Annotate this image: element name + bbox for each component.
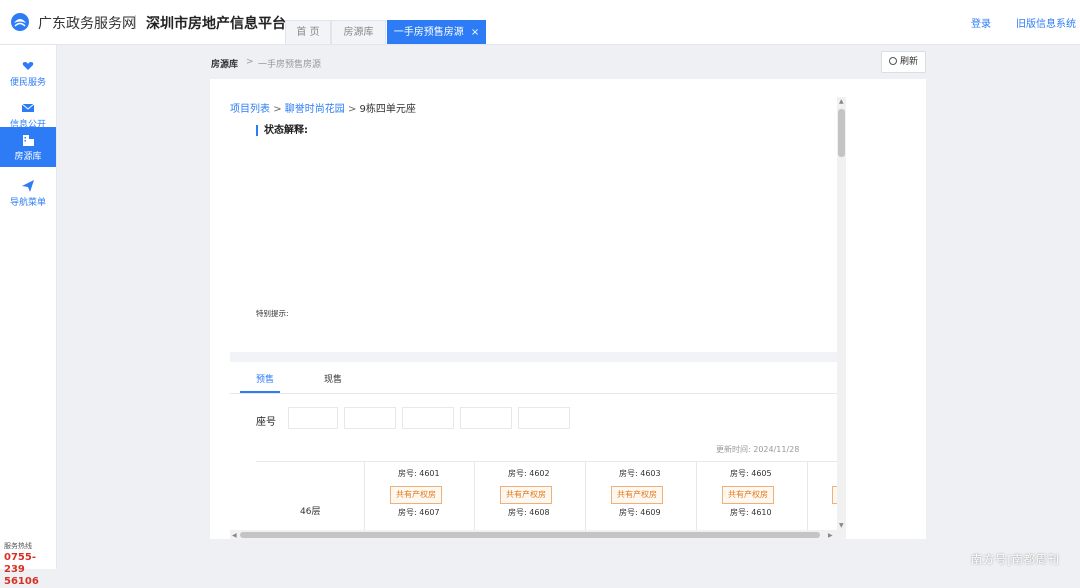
hotline-part-b: 56106 (4, 576, 39, 587)
floor-label: 46层 (300, 507, 321, 517)
status-badge[interactable]: 共有产权房 (722, 486, 774, 504)
scroll-left-icon[interactable]: ◀ (232, 532, 237, 539)
tab-home-label: 首 页 (296, 27, 320, 38)
vertical-scrollbar[interactable]: ▲ ▼ (837, 97, 846, 530)
tab-listings-label: 房源库 (343, 27, 374, 38)
guangdong-logo-icon[interactable] (10, 12, 30, 32)
tab-presale[interactable]: 预售 (256, 372, 274, 385)
site-name[interactable]: 广东政务服务网 (38, 13, 136, 33)
status-title: 状态解释: (256, 125, 308, 136)
refresh-icon (888, 57, 897, 65)
unit-option[interactable] (344, 407, 396, 429)
update-time: 更新时间: 2024/11/28 (716, 444, 799, 455)
mail-icon (21, 103, 35, 112)
update-time-label: 更新时间: (716, 445, 751, 454)
floor-divider (364, 462, 365, 530)
hotline-number: 0755-239 56106 (4, 552, 56, 588)
tab-close-icon[interactable]: × (471, 27, 479, 38)
status-badge[interactable]: 共有产权房 (390, 486, 442, 504)
vertical-scroll-thumb[interactable] (838, 109, 845, 157)
scroll-up-icon[interactable]: ▲ (839, 98, 844, 105)
room-number: 房号: 4608 (508, 508, 550, 517)
update-time-value: 2024/11/28 (753, 445, 800, 454)
platform-title: 深圳市房地产信息平台 (146, 16, 286, 32)
top-bar: 广东政务服务网 深圳市房地产信息平台 首 页 房源库 一手房预售房源 × 登录 … (0, 0, 1080, 45)
tab-home[interactable]: 首 页 (285, 20, 331, 44)
watermark: 南方号|南都周刊 (971, 553, 1060, 566)
unit-option[interactable] (518, 407, 570, 429)
breadcrumb-separator: > (246, 57, 254, 67)
status-badge[interactable]: 共有产权房 (500, 486, 552, 504)
path-separator: > (347, 104, 357, 115)
sidebar-item-navigation[interactable]: 导航菜单 (0, 173, 56, 215)
tabs-border (230, 393, 838, 394)
column-divider (474, 462, 475, 530)
room-number: 房号: 4601 (398, 469, 440, 478)
unit-option[interactable] (460, 407, 512, 429)
room-number: 房号: 4602 (508, 469, 550, 478)
room-cell[interactable]: 房号: 4603 共有产权房 房号: 4609 (587, 462, 697, 530)
room-number: 房号: 4605 (730, 469, 772, 478)
project-list-link[interactable]: 项目列表 (230, 104, 270, 115)
scroll-right-icon[interactable]: ▶ (828, 532, 833, 539)
paper-plane-icon (22, 180, 34, 192)
sidebar-item-label: 导航菜单 (9, 198, 46, 208)
sidebar-item-label: 房源库 (14, 152, 42, 162)
hotline-label: 服务热线 (4, 542, 32, 550)
room-number: 房号: 4607 (398, 508, 440, 517)
sidebar-item-services[interactable]: 便民服务 (0, 53, 56, 95)
room-cell[interactable]: 房号: 4605 共有产权房 房号: 4610 (698, 462, 808, 530)
breadcrumb-root[interactable]: 房源库 (211, 57, 238, 70)
header-divider (135, 15, 136, 29)
tab-presale-listings[interactable]: 一手房预售房源 × (387, 20, 486, 44)
seat-label: 座号 (256, 417, 276, 428)
floor-table: 46层 房号: 4601 共有产权房 房号: 4607 房号: 4602 共有产… (256, 461, 838, 530)
refresh-button[interactable]: 刷新 (881, 51, 926, 73)
section-divider (230, 352, 838, 362)
building-icon (23, 135, 34, 146)
login-link[interactable]: 登录 (971, 15, 991, 30)
room-number: 房号: 4610 (730, 508, 772, 517)
sidebar: 便民服务 信息公开 房源库 导航菜单 服务热线 0755-239 56106 (0, 45, 57, 587)
refresh-label: 刷新 (899, 57, 918, 67)
old-system-link[interactable]: 旧版信息系统 (1016, 15, 1076, 30)
sidebar-item-listings[interactable]: 房源库 (0, 127, 56, 167)
room-number: 房号: 4609 (619, 508, 661, 517)
room-number: 房号: 4603 (619, 469, 661, 478)
heart-hands-icon (22, 62, 34, 70)
tab-presale-label: 一手房预售房源 (393, 27, 464, 38)
horizontal-scroll-thumb[interactable] (240, 532, 820, 538)
unit-option[interactable] (402, 407, 454, 429)
column-divider (585, 462, 586, 530)
unit-option[interactable] (288, 407, 338, 429)
horizontal-scrollbar[interactable]: ◀ ▶ (230, 530, 846, 540)
tab-current-sale[interactable]: 现售 (324, 372, 342, 385)
column-divider (696, 462, 697, 530)
breadcrumb-current: 一手房预售房源 (258, 60, 322, 70)
scroll-down-icon[interactable]: ▼ (839, 522, 844, 529)
sidebar-item-label: 便民服务 (9, 78, 46, 88)
tab-listings[interactable]: 房源库 (331, 20, 386, 44)
hotline-part-a: 0755-239 (4, 552, 36, 575)
building-name: 9栋四单元座 (359, 104, 416, 115)
path-separator: > (273, 104, 282, 115)
tip-title: 特别提示: (256, 309, 289, 318)
project-link[interactable]: 聊誉时尚花园 (285, 104, 345, 115)
status-badge[interactable]: 共有产权房 (611, 486, 663, 504)
column-divider (807, 462, 808, 530)
room-cell[interactable]: 房号: 4602 共有产权房 房号: 4608 (476, 462, 586, 530)
room-cell[interactable]: 房号: 4601 共有产权房 房号: 4607 (366, 462, 476, 530)
building-panel: 项目列表 > 聊誉时尚花园 > 9栋四单元座 状态解释: 特别提示: 预售 现售… (230, 97, 838, 530)
project-path: 项目列表 > 聊誉时尚花园 > 9栋四单元座 (230, 100, 416, 115)
